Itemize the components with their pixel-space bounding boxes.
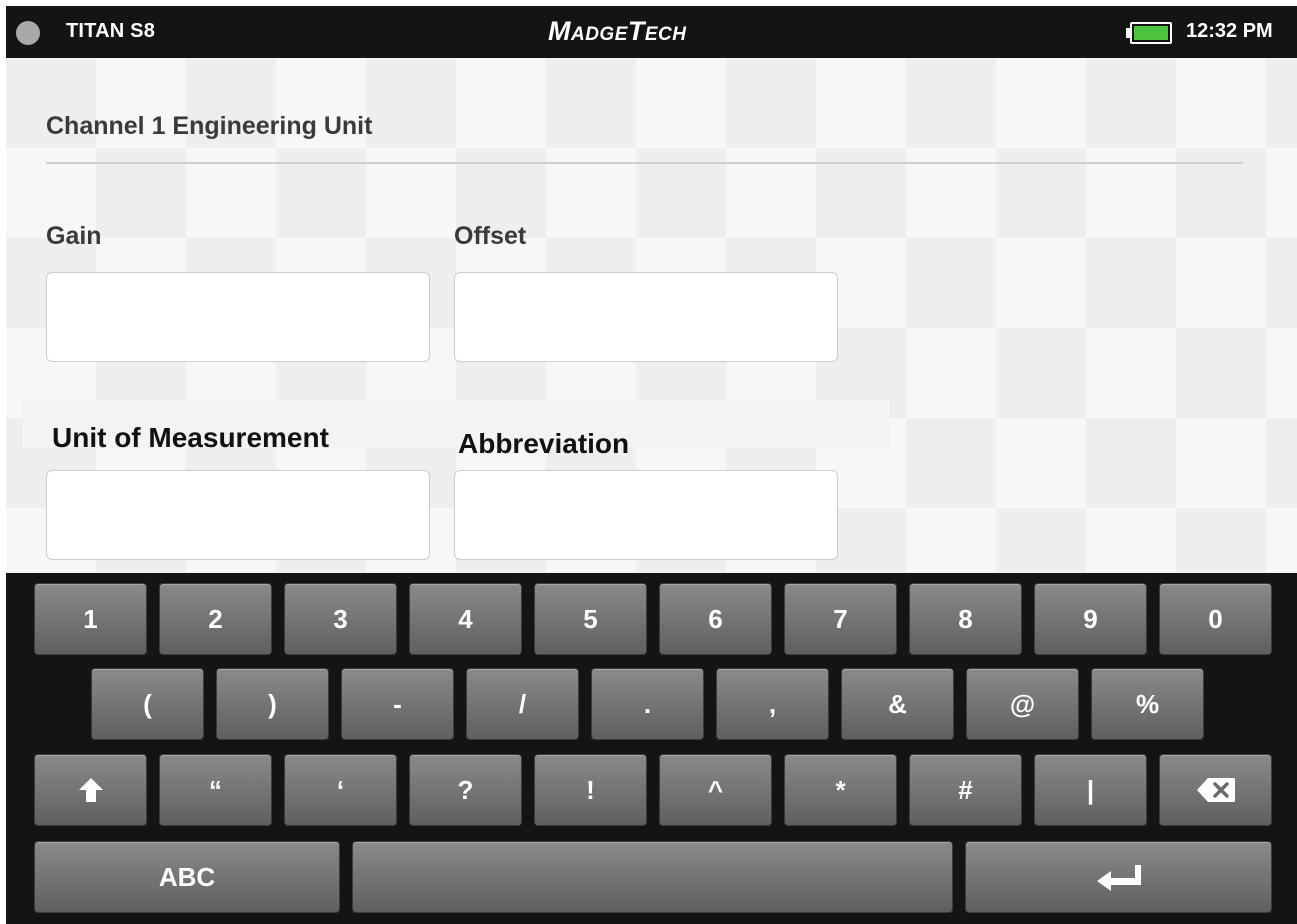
device-screen: TITAN S8 MadgeTech 12:32 PM Channel 1 En… xyxy=(6,6,1297,924)
key-slash[interactable]: / xyxy=(466,668,579,740)
shift-key[interactable] xyxy=(34,754,147,826)
key-hyphen[interactable]: - xyxy=(341,668,454,740)
key-pipe[interactable]: | xyxy=(1034,754,1147,826)
key-comma[interactable]: , xyxy=(716,668,829,740)
enter-return-icon xyxy=(1096,865,1141,891)
key-question[interactable]: ? xyxy=(409,754,522,826)
key-0[interactable]: 0 xyxy=(1159,583,1272,655)
key-9[interactable]: 9 xyxy=(1034,583,1147,655)
key-at[interactable]: @ xyxy=(966,668,1079,740)
clock: 12:32 PM xyxy=(1186,20,1273,42)
key-3[interactable]: 3 xyxy=(284,583,397,655)
backspace-icon xyxy=(1196,778,1235,802)
key-single-quote[interactable]: ‘ xyxy=(284,754,397,826)
key-7[interactable]: 7 xyxy=(784,583,897,655)
status-bar: TITAN S8 MadgeTech 12:32 PM xyxy=(6,6,1297,58)
title-divider xyxy=(46,162,1243,164)
brand-logo: MadgeTech xyxy=(548,16,687,46)
key-5[interactable]: 5 xyxy=(534,583,647,655)
unit-of-measurement-label: Unit of Measurement xyxy=(52,422,329,453)
key-4[interactable]: 4 xyxy=(409,583,522,655)
key-ampersand[interactable]: & xyxy=(841,668,954,740)
status-indicator-icon xyxy=(16,21,40,45)
key-exclamation[interactable]: ! xyxy=(534,754,647,826)
space-key[interactable] xyxy=(352,841,953,913)
abc-key[interactable]: ABC xyxy=(34,841,340,913)
backspace-key[interactable] xyxy=(1159,754,1272,826)
enter-key[interactable] xyxy=(965,841,1272,913)
key-open-paren[interactable]: ( xyxy=(91,668,204,740)
key-double-quote[interactable]: “ xyxy=(159,754,272,826)
shift-arrow-icon xyxy=(78,778,103,802)
abbreviation-label: Abbreviation xyxy=(458,428,630,459)
page-title: Channel 1 Engineering Unit xyxy=(46,112,373,140)
offset-label: Offset xyxy=(454,222,527,250)
offset-input[interactable] xyxy=(454,272,838,362)
unit-of-measurement-input[interactable] xyxy=(46,470,430,560)
key-caret[interactable]: ^ xyxy=(659,754,772,826)
key-1[interactable]: 1 xyxy=(34,583,147,655)
key-close-paren[interactable]: ) xyxy=(216,668,329,740)
device-name: TITAN S8 xyxy=(66,20,156,42)
key-2[interactable]: 2 xyxy=(159,583,272,655)
abbreviation-input[interactable] xyxy=(454,470,838,560)
battery-icon xyxy=(1126,22,1172,44)
gain-label: Gain xyxy=(46,222,102,250)
form-area: Channel 1 Engineering Unit Gain Offset U… xyxy=(6,58,1297,573)
key-hash[interactable]: # xyxy=(909,754,1022,826)
on-screen-keyboard: 1 2 3 4 5 6 7 8 9 0 ( ) - / . , & @ % “ … xyxy=(6,573,1297,924)
key-8[interactable]: 8 xyxy=(909,583,1022,655)
key-6[interactable]: 6 xyxy=(659,583,772,655)
key-percent[interactable]: % xyxy=(1091,668,1204,740)
key-asterisk[interactable]: * xyxy=(784,754,897,826)
gain-input[interactable] xyxy=(46,272,430,362)
key-period[interactable]: . xyxy=(591,668,704,740)
